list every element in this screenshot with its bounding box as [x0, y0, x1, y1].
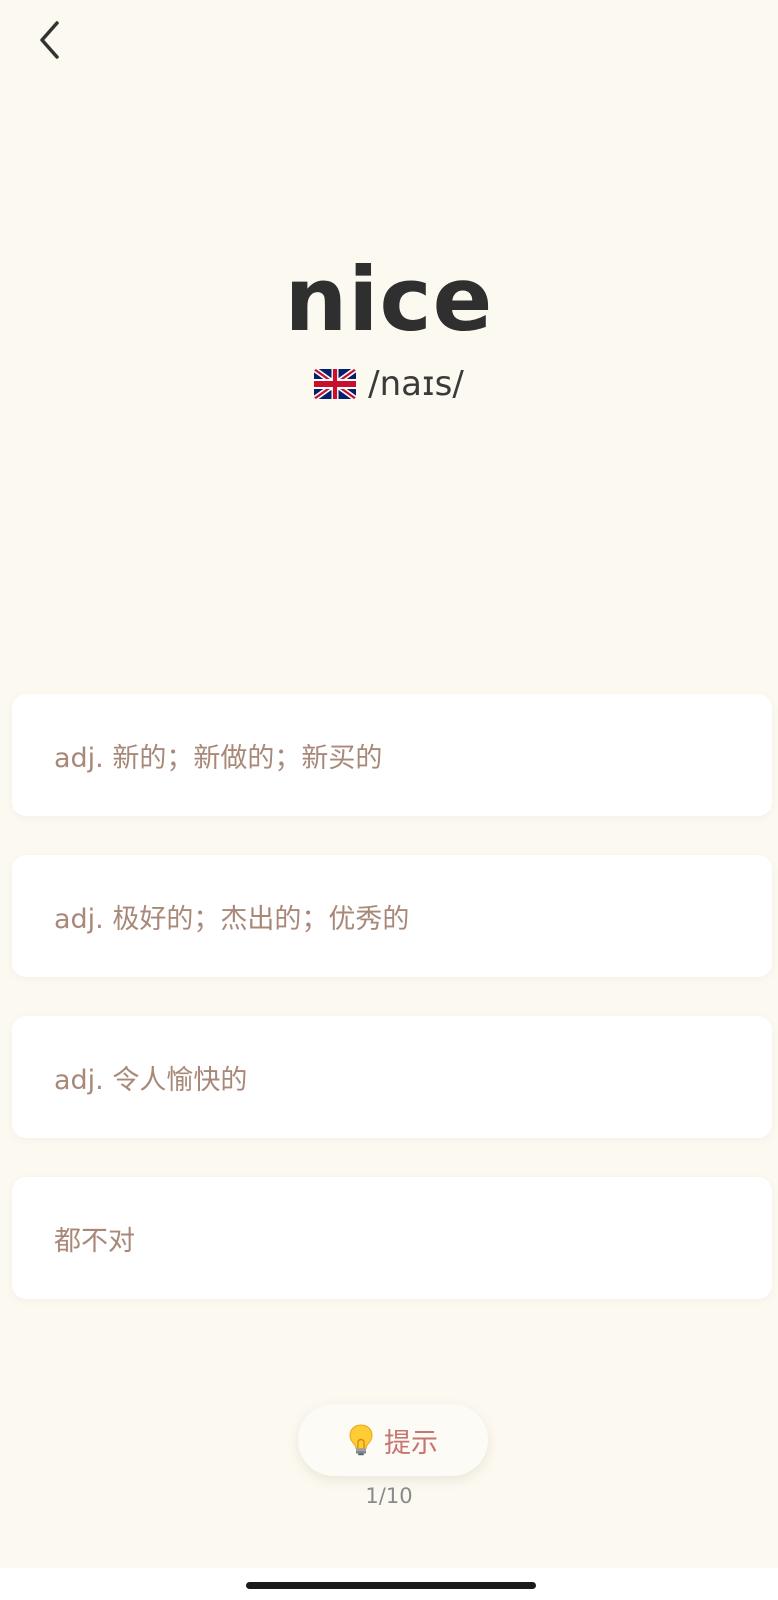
answer-option-none[interactable]: 都不对	[12, 1177, 772, 1299]
back-button[interactable]	[28, 18, 72, 62]
answer-option-label: adj. 极好的；杰出的；优秀的	[54, 903, 410, 935]
chevron-left-icon	[40, 21, 59, 59]
answer-option-label: adj. 新的；新做的；新买的	[54, 742, 383, 774]
answer-option-label: adj. 令人愉快的	[54, 1064, 248, 1096]
hint-label: 提示	[384, 1427, 438, 1459]
answer-option[interactable]: adj. 新的；新做的；新买的	[12, 694, 772, 816]
progress-counter: 1/10	[365, 1484, 413, 1508]
answer-option[interactable]: adj. 令人愉快的	[12, 1016, 772, 1138]
answer-option[interactable]: adj. 极好的；杰出的；优秀的	[12, 855, 772, 977]
phonetic-text: /naɪs/	[368, 364, 464, 404]
hint-button[interactable]: 提示	[298, 1404, 488, 1476]
pronunciation-row[interactable]: /naɪs/	[0, 364, 778, 404]
uk-flag-icon[interactable]	[314, 369, 357, 399]
vocab-word: nice	[284, 248, 494, 351]
lightbulb-icon	[349, 1424, 373, 1456]
home-indicator[interactable]	[246, 1582, 536, 1589]
answer-option-label: 都不对	[54, 1225, 135, 1257]
